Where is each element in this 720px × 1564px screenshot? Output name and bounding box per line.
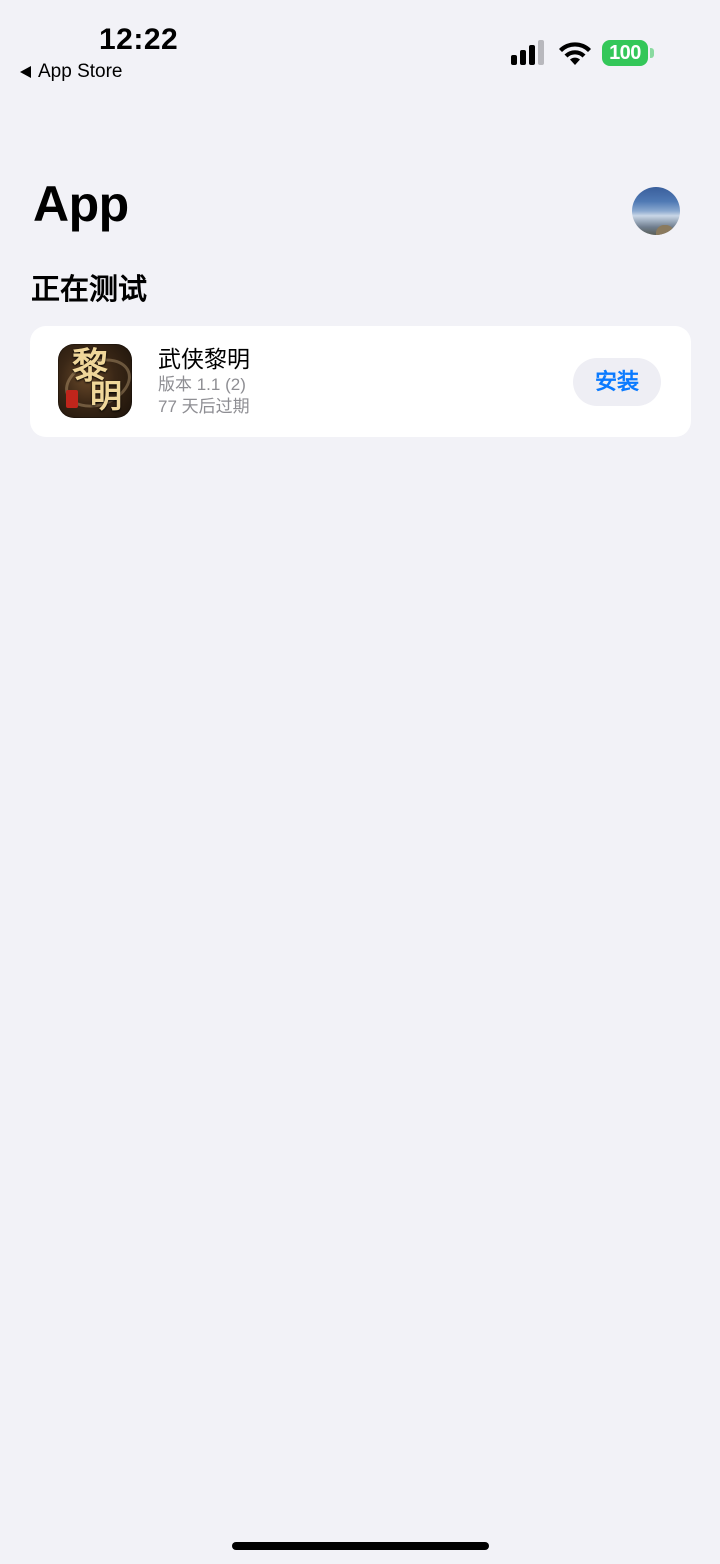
cellular-signal-icon (511, 40, 544, 65)
app-icon-seal (66, 390, 78, 408)
battery-level: 100 (602, 40, 648, 66)
battery-cap (650, 48, 654, 58)
avatar-image-detail (656, 225, 674, 235)
app-name: 武侠黎明 (158, 346, 250, 372)
home-indicator[interactable] (232, 1542, 489, 1550)
app-card[interactable]: 黎 明 武侠黎明 版本 1.1 (2) 77 天后过期 安装 (30, 326, 691, 437)
battery-icon: 100 (602, 40, 654, 66)
back-link-label: App Store (38, 61, 123, 82)
profile-avatar[interactable] (632, 187, 680, 235)
wifi-icon (559, 42, 591, 65)
app-version: 版本 1.1 (2) (158, 375, 246, 394)
status-time: 12:22 (99, 23, 179, 56)
section-title-testing: 正在测试 (31, 274, 148, 306)
page-title: App (33, 176, 129, 232)
app-icon: 黎 明 (58, 344, 132, 418)
install-button[interactable]: 安装 (573, 358, 661, 406)
back-to-app-store-link[interactable]: App Store (20, 60, 123, 84)
app-expiry: 77 天后过期 (158, 397, 250, 416)
app-icon-glyph: 明 (90, 377, 123, 415)
back-arrow-icon (20, 66, 31, 78)
